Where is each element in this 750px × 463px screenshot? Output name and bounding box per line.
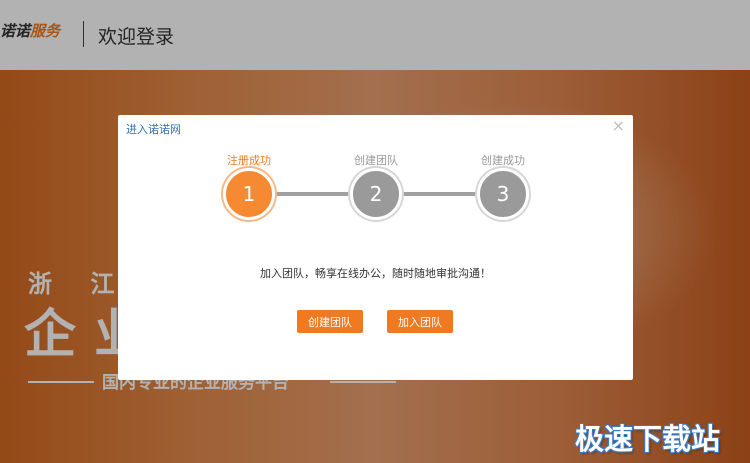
dialog-message: 加入团队，畅享在线办公，随时随地审批沟通！ [260, 267, 491, 280]
step-3-label: 创建成功 [481, 154, 525, 167]
step-1-circle: 1 [223, 168, 275, 220]
step-connector-1 [273, 192, 351, 196]
site-watermark: 极速下载站 [575, 422, 721, 456]
create-team-button[interactable]: 创建团队 [297, 310, 363, 333]
step-2-label: 创建团队 [354, 154, 398, 167]
step-2-circle: 2 [350, 168, 402, 220]
join-team-button[interactable]: 加入团队 [387, 310, 453, 333]
close-icon[interactable]: × [612, 117, 625, 135]
step-connector-2 [400, 192, 478, 196]
step-3-circle: 3 [477, 168, 529, 220]
join-team-dialog: 进入诺诺网 × 注册成功 创建团队 创建成功 1 2 3 加入团队，畅享在线办公… [118, 115, 633, 380]
step-1-label: 注册成功 [227, 154, 271, 167]
dialog-title: 进入诺诺网 [126, 123, 181, 136]
